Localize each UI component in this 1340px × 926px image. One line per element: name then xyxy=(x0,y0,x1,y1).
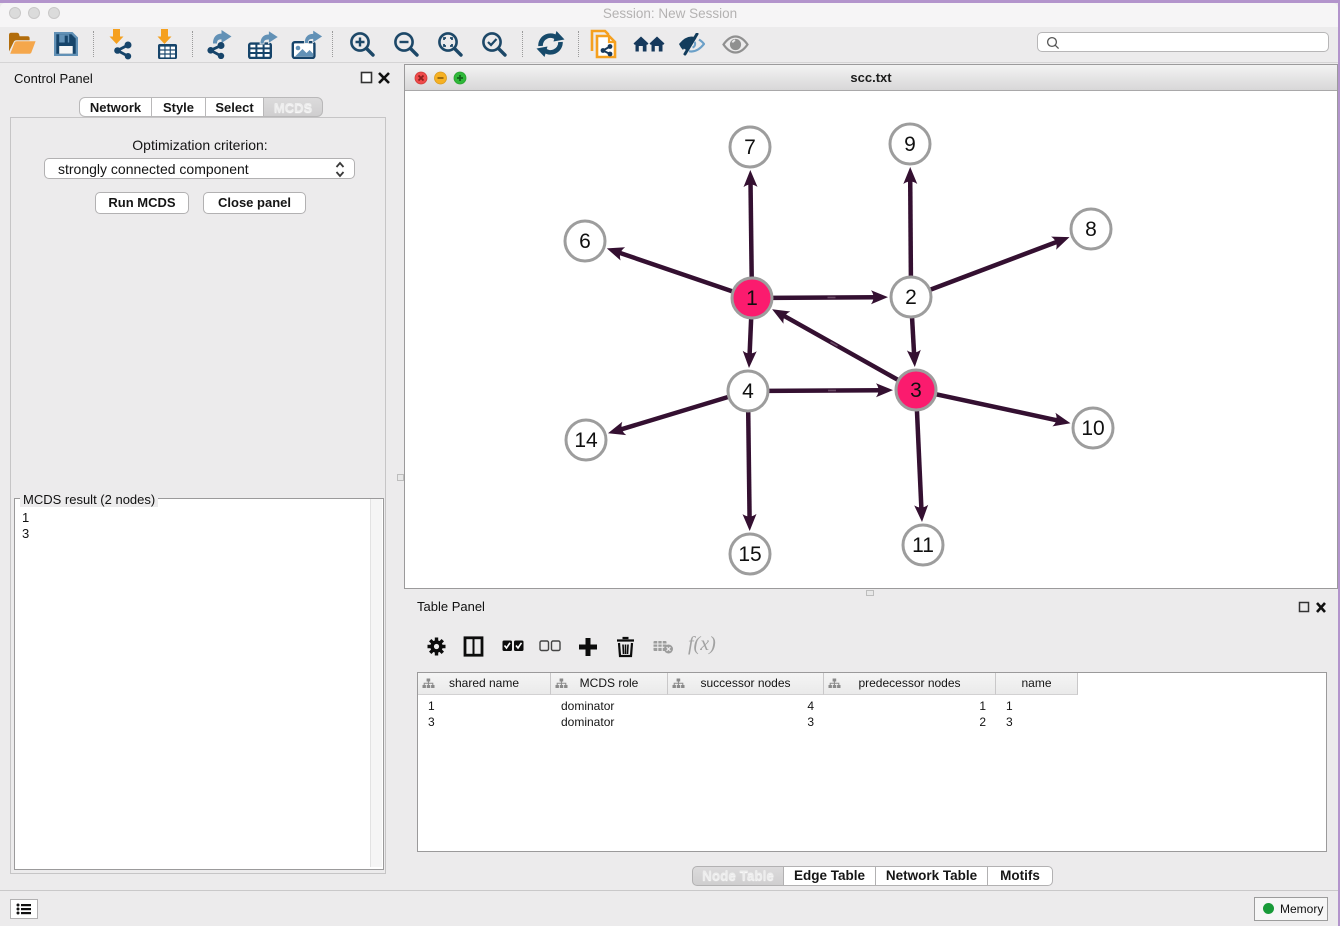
svg-text:9: 9 xyxy=(904,133,916,156)
svg-text:6: 6 xyxy=(579,230,591,253)
svg-text:14: 14 xyxy=(574,429,598,452)
svg-text:7: 7 xyxy=(744,136,756,159)
svg-text:1: 1 xyxy=(746,287,758,310)
svg-text:11: 11 xyxy=(912,534,934,557)
svg-text:4: 4 xyxy=(742,380,754,403)
svg-text:2: 2 xyxy=(905,286,917,309)
svg-text:10: 10 xyxy=(1081,417,1104,440)
svg-text:8: 8 xyxy=(1085,218,1097,241)
svg-text:3: 3 xyxy=(910,379,922,402)
svg-text:15: 15 xyxy=(738,543,761,566)
